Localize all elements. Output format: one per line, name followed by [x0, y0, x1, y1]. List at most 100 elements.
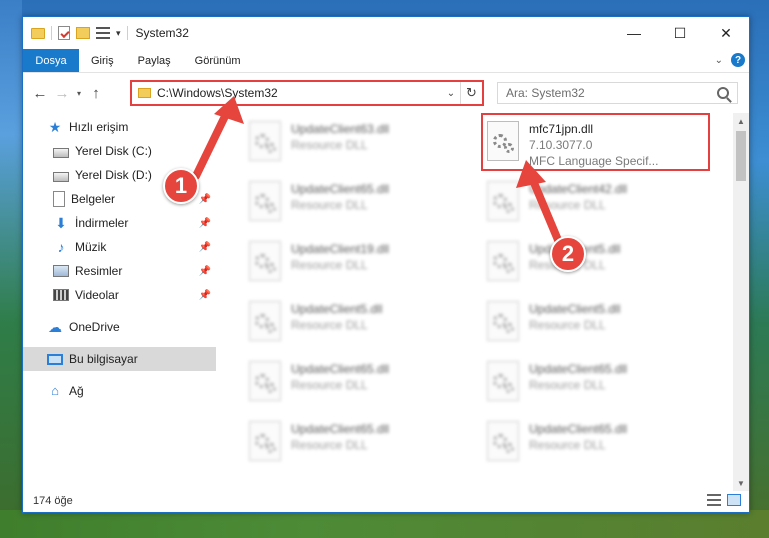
expand-ribbon-icon[interactable]: ⌄	[715, 55, 723, 66]
nav-item-onedrive[interactable]: ☁ OneDrive	[23, 315, 216, 339]
highlight-box	[481, 113, 710, 171]
recent-locations-icon[interactable]: ▾	[73, 89, 85, 98]
refresh-icon[interactable]: ↻	[460, 82, 482, 104]
folder-icon	[31, 27, 45, 39]
address-dropdown-icon[interactable]: ⌄	[442, 88, 460, 99]
address-row: ← → ▾ ↑ C:\Windows\System32 ⌄ ↻ Ara: Sys…	[23, 73, 749, 113]
nav-item-label: Videolar	[75, 288, 119, 302]
status-bar: 174 öğe	[23, 490, 749, 512]
file-tile[interactable]: UpdateClient5.dll Resource DLL	[243, 295, 473, 349]
details-view-icon[interactable]	[707, 494, 721, 506]
file-tile[interactable]: UpdateClient5.dllResource DLL	[481, 235, 711, 289]
file-type: Resource DLL	[291, 258, 368, 272]
nav-item-quick-access[interactable]: ★ Hızlı erişim	[23, 115, 216, 139]
nav-item-downloads[interactable]: ⬇ İndirmeler 📌	[23, 211, 216, 235]
callout-2: 2	[550, 236, 586, 272]
title-separator	[126, 26, 128, 40]
downloads-icon: ⬇	[55, 215, 67, 231]
nav-item-music[interactable]: ♪ Müzik 📌	[23, 235, 216, 259]
network-icon: ⌂	[51, 383, 59, 398]
dll-file-icon	[487, 241, 519, 281]
scroll-up-icon[interactable]: ▲	[733, 113, 749, 129]
file-name: UpdateClient65.dll	[529, 362, 628, 376]
file-tile[interactable]: UpdateClient63.dll Resource DLL	[243, 115, 473, 169]
nav-item-drive-c[interactable]: Yerel Disk (C:)	[23, 139, 216, 163]
search-input[interactable]: Ara: System32	[497, 82, 738, 104]
vertical-scrollbar[interactable]: ▲ ▼	[733, 113, 749, 491]
file-tile[interactable]: UpdateClient65.dll Resource DLL	[481, 415, 711, 469]
callout-1: 1	[163, 168, 199, 204]
up-arrow-icon[interactable]: ↑	[85, 85, 107, 102]
pin-icon[interactable]: 📌	[199, 290, 211, 301]
file-tile[interactable]: UpdateClient65.dll Resource DLL	[243, 175, 473, 229]
forward-arrow-icon[interactable]: →	[51, 85, 73, 102]
pin-icon[interactable]: 📌	[199, 194, 211, 205]
file-name: UpdateClient5.dll	[291, 302, 383, 316]
address-folder-icon	[138, 88, 151, 98]
dll-file-icon	[487, 361, 519, 401]
address-path[interactable]: C:\Windows\System32	[157, 86, 442, 100]
nav-item-this-pc[interactable]: Bu bilgisayar	[23, 347, 216, 371]
back-arrow-icon[interactable]: ←	[29, 85, 51, 102]
computer-icon	[47, 353, 63, 365]
dll-file-icon	[487, 181, 519, 221]
tab-share[interactable]: Paylaş	[126, 49, 183, 72]
qat-separator	[51, 26, 52, 40]
tab-view[interactable]: Görünüm	[183, 49, 253, 72]
drive-icon	[53, 171, 69, 182]
file-tile[interactable]: UpdateClient5.dllResource DLL	[481, 295, 711, 349]
desktop-background-bottom	[0, 510, 769, 538]
pin-icon[interactable]: 📌	[199, 266, 211, 277]
maximize-button[interactable]: ☐	[657, 17, 703, 49]
tab-file[interactable]: Dosya	[23, 49, 79, 72]
address-bar[interactable]: C:\Windows\System32 ⌄ ↻	[130, 80, 484, 106]
documents-icon	[53, 191, 65, 207]
large-icons-view-icon[interactable]	[727, 494, 741, 506]
nav-item-network[interactable]: ⌂ Ağ	[23, 379, 216, 403]
search-icon[interactable]	[717, 87, 729, 99]
nav-item-label: Hızlı erişim	[69, 120, 129, 134]
file-type: Resource DLL	[529, 198, 606, 212]
desktop-background-left	[0, 0, 22, 538]
pin-icon[interactable]: 📌	[199, 242, 211, 253]
file-name: UpdateClient19.dll	[291, 242, 390, 256]
videos-icon	[53, 289, 69, 301]
dll-file-icon	[249, 301, 281, 341]
file-name: UpdateClient63.dll	[291, 122, 390, 136]
nav-item-videos[interactable]: Videolar 📌	[23, 283, 216, 307]
scroll-down-icon[interactable]: ▼	[733, 475, 749, 491]
star-icon: ★	[48, 119, 62, 135]
file-name: UpdateClient65.dll	[529, 422, 628, 436]
item-count: 174 öğe	[33, 495, 73, 507]
pin-icon[interactable]: 📌	[199, 218, 211, 229]
new-folder-icon[interactable]	[76, 27, 90, 39]
tab-home[interactable]: Giriş	[79, 49, 126, 72]
file-tile[interactable]: UpdateClient65.dll Resource DLL	[481, 355, 711, 409]
minimize-button[interactable]: —	[611, 17, 657, 49]
qat-dropdown-icon[interactable]: ▾	[116, 28, 121, 39]
file-type: Resource DLL	[291, 438, 368, 452]
file-type: Resource DLL	[529, 438, 606, 452]
file-tile[interactable]: UpdateClient65.dll Resource DLL	[243, 415, 473, 469]
view-menu-icon[interactable]	[96, 27, 110, 39]
properties-icon[interactable]	[58, 26, 70, 40]
close-button[interactable]: ✕	[703, 17, 749, 49]
file-type: Resource DLL	[529, 378, 606, 392]
nav-item-label: Yerel Disk (C:)	[75, 144, 152, 158]
scroll-thumb[interactable]	[736, 131, 746, 181]
file-tile[interactable]: UpdateClient19.dll Resource DLL	[243, 235, 473, 289]
file-tile[interactable]: UpdateClient65.dll Resource DLL	[243, 355, 473, 409]
view-toggle	[707, 494, 741, 506]
title-bar: ▾ System32 — ☐ ✕	[23, 17, 749, 49]
nav-item-label: Yerel Disk (D:)	[75, 168, 152, 182]
file-type: Resource DLL	[291, 318, 368, 332]
window-controls: — ☐ ✕	[611, 17, 749, 49]
help-icon[interactable]: ?	[731, 53, 745, 67]
file-name: UpdateClient5.dll	[529, 302, 621, 316]
pictures-icon	[53, 265, 69, 277]
file-tile[interactable]: UpdateClient42.dll Resource DLL	[481, 175, 711, 229]
nav-item-label: Bu bilgisayar	[69, 352, 138, 366]
file-name: UpdateClient65.dll	[291, 182, 390, 196]
nav-item-pictures[interactable]: Resimler 📌	[23, 259, 216, 283]
dll-file-icon	[249, 361, 281, 401]
